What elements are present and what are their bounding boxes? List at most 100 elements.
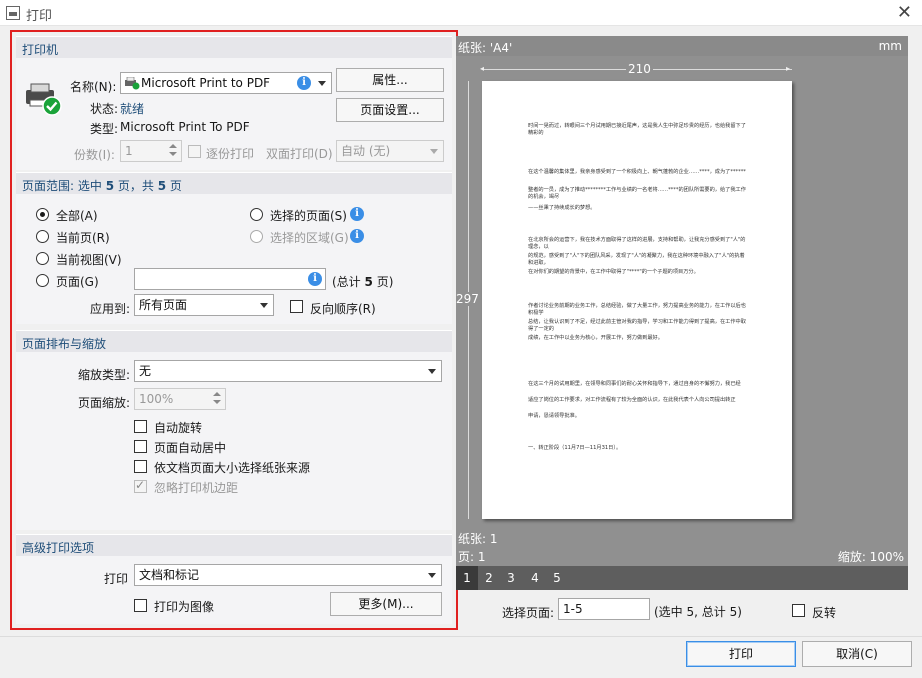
auto-rotate-checkbox[interactable] [134,420,147,433]
range-all-label: 全部(A) [56,209,98,223]
page-thumb-1[interactable]: 1 [456,566,478,590]
printer-app-icon [6,6,20,20]
close-icon[interactable]: ✕ [897,2,912,23]
collate-checkbox[interactable] [188,145,201,158]
range-current-page-label: 当前页(R) [56,231,110,245]
doc-line-8: 作者讨论业务前期的业务工作，总结经验，做了大量工作，努力提高业务的能力，在工作以… [528,303,746,316]
properties-button[interactable]: 属性... [336,68,444,92]
page-range-section: 全部(A) 选择的页面(S) i 当前页(R) 选择的区域(G) i 当前视图(… [16,194,452,324]
scale-type-label: 缩放类型: [78,368,131,382]
reverse-order-checkbox[interactable] [290,300,303,313]
total-count: 5 [364,275,373,289]
doc-line-13: 申请，恳请领导批准。 [528,413,580,419]
status-value: 就绪 [120,102,145,116]
print-content-value: 文档和标记 [139,568,200,582]
print-as-image-checkbox[interactable] [134,599,147,612]
chevron-down-icon [260,303,268,308]
cancel-button[interactable]: 取消(C) [802,641,912,667]
doc-line-5: 在北京所会的运营下，我在技术方面取得了这样的进展，支持和帮助，让我充分感受到了"… [528,237,746,250]
print-preview[interactable]: 纸张: 'A4' mm ◂ ▸ 210 297 时间一晃而过，转眼间三个月试用期… [456,36,908,566]
range-total-count: 5 [157,179,167,193]
scale-type-value: 无 [139,364,152,378]
select-pages-input[interactable]: 1-5 [558,598,650,620]
printer-name-value: Microsoft Print to PDF [141,76,271,90]
doc-line-9: 总结，让我认识到了不足，经过此前主管对我的指导，学习和工作能力得到了提高，在工作… [528,319,746,332]
paper-height: 297 [456,292,479,306]
preview-header: 纸张: 'A4' mm [456,36,908,56]
printer-info-icon[interactable]: i [297,76,311,90]
range-current-view-radio[interactable] [36,252,49,265]
advanced-section-header: 高级打印选项 [16,534,452,556]
range-suffix: 页 [169,179,182,193]
print-settings-panel: 打印机 名称(N): Microsoft Print to PDF i 属性..… [10,30,458,630]
copies-value: 1 [125,144,133,158]
doc-line-14: 一、转正阶段（11月7日—11月31日）。 [528,445,622,451]
range-all-radio[interactable] [36,208,49,221]
range-selected-area-radio[interactable] [250,230,263,243]
range-selected-area-label: 选择的区域(G) [270,231,349,245]
chevron-down-icon [318,81,326,86]
selected-pages-info-icon[interactable]: i [350,207,364,221]
range-current-page-radio[interactable] [36,230,49,243]
duplex-select[interactable]: 自动 (无) [336,140,444,162]
apply-to-select[interactable]: 所有页面 [134,294,274,316]
unit-label: mm [878,39,902,53]
duplex-label: 双面打印(D) [266,147,333,161]
doc-line-7: 在对你们的期望的背景中，在工作中取得了"****"的一个子题的项目万分。 [528,269,699,275]
range-selected-pages-radio[interactable] [250,208,263,221]
page-thumb-5[interactable]: 5 [546,566,568,590]
page-setup-button[interactable]: 页面设置... [336,98,444,122]
total-prefix: (总计 [332,275,361,289]
range-selected-pages-label: 选择的页面(S) [270,209,347,223]
ignore-margin-checkbox[interactable] [134,478,147,493]
copies-label: 份数(I): [74,148,115,162]
auto-center-checkbox[interactable] [134,440,147,453]
pdf-printer-icon [125,77,140,90]
fit-paper-checkbox[interactable] [134,460,147,473]
range-pages-radio[interactable] [36,274,49,287]
page-thumb-3[interactable]: 3 [500,566,522,590]
zoom-value: 100% [139,392,174,406]
zoom-level: 缩放: 100% [837,550,904,564]
selected-area-info-icon[interactable]: i [350,229,364,243]
print-content-select[interactable]: 文档和标记 [134,564,442,586]
reverse-order-label: 反向顺序(R) [310,302,376,316]
doc-line-6: 的规范，感受到了"人"下的团队风采，发现了"人"的凝聚力，我在这种环境中融入了"… [528,253,745,266]
page-thumb-4[interactable]: 4 [524,566,546,590]
apply-to-value: 所有页面 [139,298,188,312]
auto-rotate-label: 自动旋转 [154,421,203,435]
chevron-down-icon [428,369,436,374]
total-suffix: 页) [376,275,394,289]
doc-line-12: 适应了岗位的工作要求，对工作流程有了较为全面的认识，在此我代表个人向公司提出转正 [528,397,736,403]
fit-paper-label: 依文档页面大小选择纸张来源 [154,461,311,475]
copies-stepper[interactable]: 1 [120,140,182,162]
page-range-section-header: 页面范围: 选中 5 页，共 5 页 [16,172,452,194]
flip-checkbox[interactable] [792,604,805,617]
type-label: 类型: [90,122,119,136]
window-title: 打印 [26,9,53,24]
printer-section-header: 打印机 [16,36,452,58]
chevron-down-icon [428,573,436,578]
advanced-section: 打印 文档和标记 打印为图像 更多(M)... [16,556,452,624]
stepper-arrows-icon[interactable] [166,142,180,160]
title-bar: 打印 ✕ [0,0,922,26]
print-content-label: 打印 [104,572,129,586]
total-pages-text: (总计 5 页) [332,273,393,290]
more-button[interactable]: 更多(M)... [330,592,442,616]
range-selected-count: 5 [105,179,115,193]
layout-section: 缩放类型: 无 页面缩放: 100% 自动旋转 页面自动居中 依文档页面大小选择… [16,352,452,530]
page-thumb-2[interactable]: 2 [478,566,500,590]
pages-info-icon[interactable]: i [308,272,322,286]
print-button[interactable]: 打印 [686,641,796,667]
doc-line-2: 在这个温馨的集体里，我亲身感受到了一个积极向上、朝气蓬勃的企业……****，成为… [528,169,746,175]
select-pages-value: 1-5 [563,602,583,616]
zoom-stepper[interactable]: 100% [134,388,226,410]
paper-label: 纸张: 'A4' [458,41,513,55]
flip-label: 反转 [812,606,837,620]
dialog-footer: 打印 取消(C) [0,636,922,678]
stepper-arrows-icon[interactable] [210,390,224,408]
scale-type-select[interactable]: 无 [134,360,442,382]
doc-line-3: 整者的一员，成为了推动********工作与业绩的一名老将……****的团队所需… [528,187,746,200]
printer-name-select[interactable]: Microsoft Print to PDF i [120,72,332,94]
pages-input[interactable]: i [134,268,326,290]
